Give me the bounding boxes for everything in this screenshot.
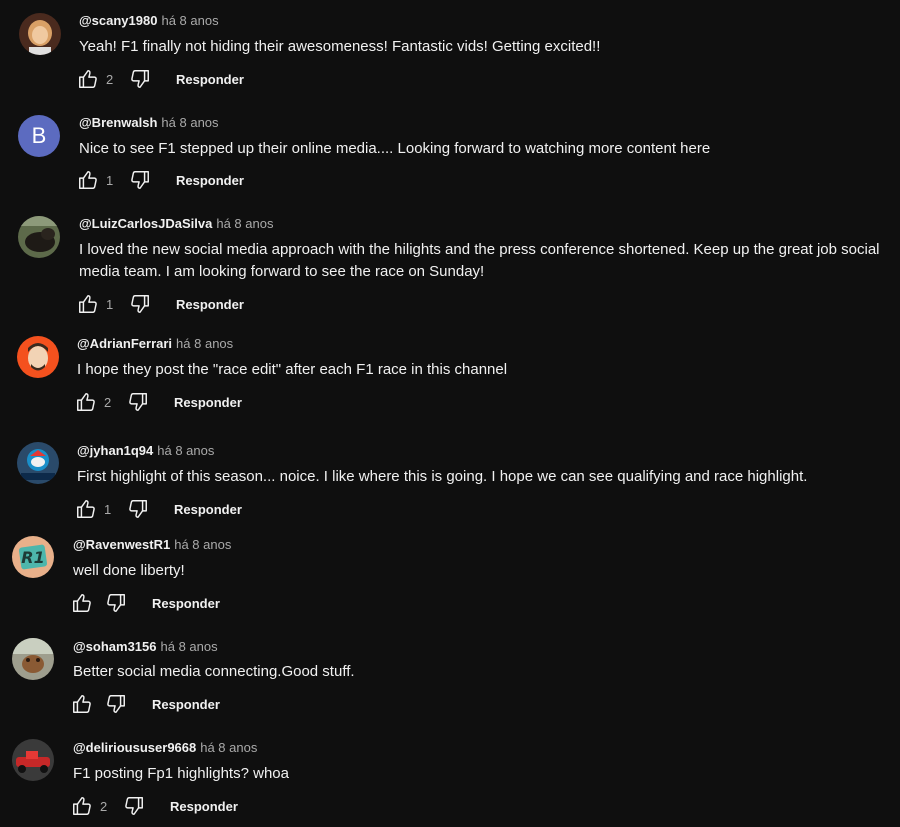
author-name[interactable]: @LuizCarlosJDaSilva [79,216,212,231]
thumb-down-icon[interactable] [104,692,128,716]
reply-button[interactable]: Responder [176,173,244,188]
like-count: 2 [106,71,114,87]
comment-header: @LuizCarlosJDaSilva há 8 anos [79,216,273,231]
like-count: 2 [100,798,108,814]
like-count: 1 [106,172,114,188]
timestamp[interactable]: há 8 anos [176,336,233,351]
timestamp[interactable]: há 8 anos [157,443,214,458]
comment-actions: 2 Responder [74,390,242,414]
comment-actions: 1 Responder [76,292,244,316]
reply-button[interactable]: Responder [152,596,220,611]
reply-button[interactable]: Responder [170,799,238,814]
author-name[interactable]: @delirioususer9668 [73,740,196,755]
thumb-down-icon[interactable] [128,168,152,192]
comment-header: @Brenwalsh há 8 anos [79,115,219,130]
author-name[interactable]: @RavenwestR1 [73,537,170,552]
thumb-down-icon[interactable] [126,497,150,521]
comment-text: I loved the new social media approach wi… [79,241,880,280]
comment-text: Better social media connecting.Good stuf… [73,663,355,680]
comment-header: @delirioususer9668 há 8 anos [73,740,257,755]
comment-header: @AdrianFerrari há 8 anos [77,336,233,351]
comment-header: @soham3156 há 8 anos [73,639,218,654]
timestamp[interactable]: há 8 anos [200,740,257,755]
avatar[interactable]: R1 [12,536,54,578]
thumb-up-icon[interactable] [76,292,100,316]
thumb-down-icon[interactable] [128,292,152,316]
timestamp[interactable]: há 8 anos [161,115,218,130]
avatar[interactable] [17,336,59,378]
comment-actions: 1 Responder [76,168,244,192]
thumb-up-icon[interactable] [70,591,94,615]
reply-button[interactable]: Responder [174,395,242,410]
comment-actions: Responder [70,591,220,615]
comment-text: F1 posting Fp1 highlights? whoa [73,765,289,782]
like-count: 1 [106,296,114,312]
timestamp[interactable]: há 8 anos [216,216,273,231]
thumb-down-icon[interactable] [128,67,152,91]
comment-text: well done liberty! [73,562,185,579]
comment-text: Yeah! F1 finally not hiding their awesom… [79,38,601,55]
author-name[interactable]: @Brenwalsh [79,115,157,130]
avatar[interactable]: B [18,115,60,157]
reply-button[interactable]: Responder [174,502,242,517]
avatar[interactable] [18,216,60,258]
reply-button[interactable]: Responder [176,72,244,87]
author-name[interactable]: @AdrianFerrari [77,336,172,351]
comment-text: Nice to see F1 stepped up their online m… [79,140,711,157]
author-name[interactable]: @soham3156 [73,639,157,654]
svg-text:R1: R1 [21,548,44,567]
like-count: 1 [104,501,112,517]
avatar[interactable] [12,739,54,781]
comment-text: First highlight of this season... noice.… [77,468,808,485]
author-name[interactable]: @jyhan1q94 [77,443,153,458]
comment-actions: 1 Responder [74,497,242,521]
comment-header: @RavenwestR1 há 8 anos [73,537,231,552]
comment-actions: 2 Responder [70,794,238,818]
comment-actions: 2 Responder [76,67,244,91]
like-count: 2 [104,394,112,410]
reply-button[interactable]: Responder [152,697,220,712]
author-name[interactable]: @scany1980 [79,13,157,28]
avatar[interactable] [17,442,59,484]
thumb-up-icon[interactable] [70,692,94,716]
comment-header: @scany1980 há 8 anos [79,13,219,28]
thumb-down-icon[interactable] [126,390,150,414]
timestamp[interactable]: há 8 anos [161,13,218,28]
thumb-down-icon[interactable] [104,591,128,615]
comment-header: @jyhan1q94 há 8 anos [77,443,214,458]
thumb-down-icon[interactable] [122,794,146,818]
thumb-up-icon[interactable] [76,168,100,192]
thumb-up-icon[interactable] [74,497,98,521]
thumb-up-icon[interactable] [74,390,98,414]
avatar[interactable] [12,638,54,680]
thumb-up-icon[interactable] [76,67,100,91]
avatar[interactable] [19,13,61,55]
reply-button[interactable]: Responder [176,297,244,312]
comment-actions: Responder [70,692,220,716]
timestamp[interactable]: há 8 anos [174,537,231,552]
timestamp[interactable]: há 8 anos [161,639,218,654]
comment-text: I hope they post the "race edit" after e… [77,361,508,378]
thumb-up-icon[interactable] [70,794,94,818]
